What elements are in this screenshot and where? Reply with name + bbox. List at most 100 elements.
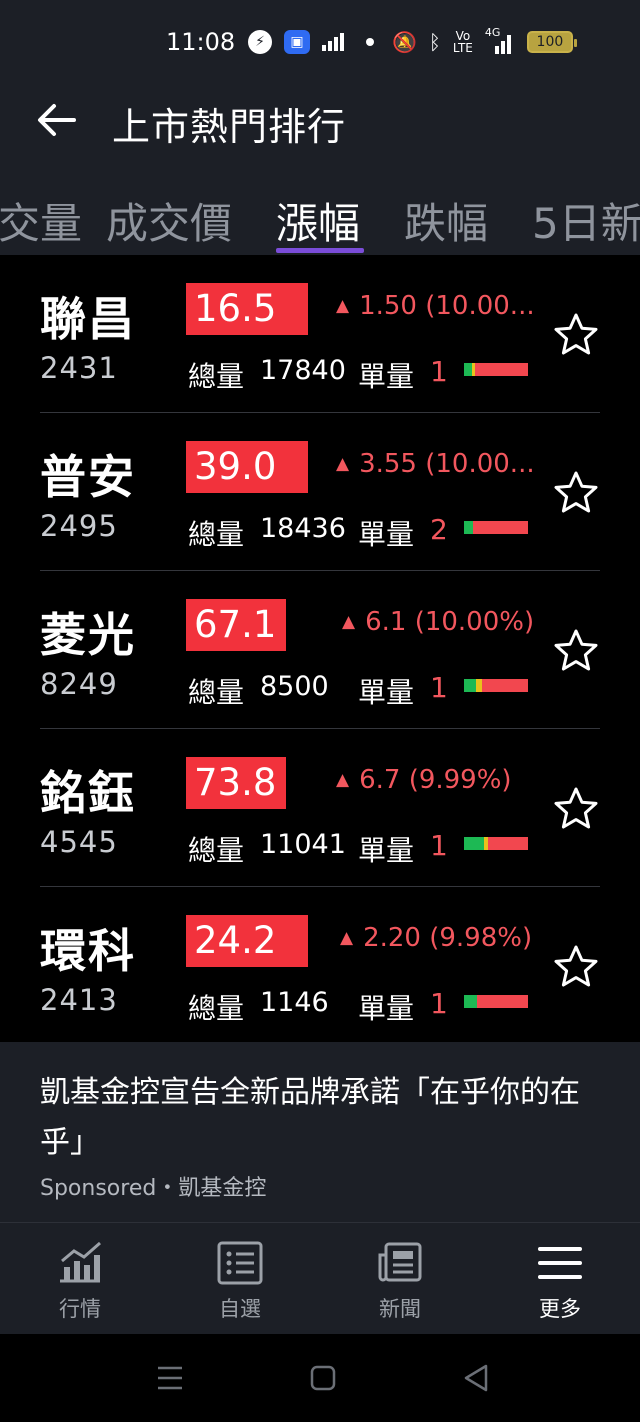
ad-sponsor: Sponsored・凱基金控 xyxy=(40,1176,267,1201)
stock-change: ▲ 1.50 (10.00... xyxy=(336,291,535,321)
page-title: 上市熱門排行 xyxy=(112,105,347,149)
volume-label: 總量 xyxy=(188,834,245,867)
tab-price[interactable]: 成交價 xyxy=(106,190,232,251)
news-icon xyxy=(378,1242,422,1282)
volume-value: 17840 xyxy=(260,355,346,386)
volume-value: 11041 xyxy=(260,829,346,860)
unit-label: 單量 xyxy=(358,834,415,867)
stock-name: 聯昌 xyxy=(40,292,136,346)
nav-watchlist-label: 自選 xyxy=(219,1297,261,1321)
volte-icon: Vo LTE xyxy=(452,29,473,55)
network-type: 4G xyxy=(484,26,501,39)
status-time: 11:08 xyxy=(166,28,236,56)
star-icon[interactable] xyxy=(552,943,600,991)
status-bar: 11:08 ⚡ ▣ 🔕 ᛒ Vo LTE 4G 100 xyxy=(0,0,640,86)
volume-label: 總量 xyxy=(188,676,245,709)
dot-icon xyxy=(366,38,374,46)
unit-value: 1 xyxy=(430,671,448,704)
stock-row[interactable]: 普安 2495 39.0 ▲ 3.55 (10.00... 總量 18436 單量… xyxy=(0,413,640,571)
nav-news-label: 新聞 xyxy=(379,1297,421,1321)
messenger-icon: ⚡ xyxy=(248,30,272,54)
stock-price: 67.1 xyxy=(186,599,286,651)
stock-change-value: 6.7 (9.99%) xyxy=(359,765,512,795)
nav-news[interactable]: 新聞 xyxy=(340,1223,460,1335)
bar-yellow-segment xyxy=(476,679,482,692)
up-triangle-icon: ▲ xyxy=(340,928,354,948)
menu-icon xyxy=(538,1247,582,1279)
recents-icon[interactable] xyxy=(150,1362,190,1394)
bar-yellow-segment xyxy=(472,363,475,376)
up-triangle-icon: ▲ xyxy=(336,770,350,790)
stock-name: 普安 xyxy=(40,450,136,504)
star-icon[interactable] xyxy=(552,469,600,517)
sponsored-ad[interactable]: 凱基金控宣告全新品牌承諾「在乎你的在乎」 Sponsored・凱基金控 xyxy=(0,1042,640,1222)
bluetooth-icon: ᛒ xyxy=(428,30,441,54)
stock-code: 4545 xyxy=(40,825,118,859)
nav-more[interactable]: 更多 xyxy=(500,1223,620,1335)
signal-icon: 4G xyxy=(484,26,515,56)
home-icon[interactable] xyxy=(303,1362,343,1394)
unit-label: 單量 xyxy=(358,360,415,393)
stock-change-value: 1.50 (10.00... xyxy=(359,291,535,321)
nav-more-label: 更多 xyxy=(539,1297,581,1321)
buy-sell-bar xyxy=(464,521,528,534)
tab-5day-high[interactable]: 5日新高 xyxy=(532,190,640,251)
app-icon: ▣ xyxy=(284,30,310,54)
nav-watchlist[interactable]: 自選 xyxy=(180,1223,300,1335)
stock-change-value: 3.55 (10.00... xyxy=(359,449,535,479)
tab-volume[interactable]: 成交量 xyxy=(0,190,82,251)
stock-code: 2495 xyxy=(40,509,118,543)
bar-green-segment xyxy=(464,837,484,850)
ad-title[interactable]: 凱基金控宣告全新品牌承諾「在乎你的在乎」 xyxy=(40,1068,610,1168)
unit-label: 單量 xyxy=(358,518,415,551)
stock-row[interactable]: 聯昌 2431 16.5 ▲ 1.50 (10.00... 總量 17840 單量… xyxy=(0,255,640,413)
unit-value: 1 xyxy=(430,355,448,388)
bar-green-segment xyxy=(464,995,477,1008)
unit-value: 1 xyxy=(430,829,448,862)
star-icon[interactable] xyxy=(552,311,600,359)
up-triangle-icon: ▲ xyxy=(342,612,356,632)
tab-losers[interactable]: 跌幅 xyxy=(404,190,488,251)
stock-row[interactable]: 銘鈺 4545 73.8 ▲ 6.7 (9.99%) 總量 11041 單量 1 xyxy=(0,729,640,887)
stock-change: ▲ 3.55 (10.00... xyxy=(336,449,535,479)
nav-market-label: 行情 xyxy=(59,1297,101,1321)
volume-label: 總量 xyxy=(188,992,245,1025)
stock-name: 銘鈺 xyxy=(40,766,136,820)
bar-green-segment xyxy=(464,363,472,376)
stock-price: 39.0 xyxy=(186,441,308,493)
volume-label: 總量 xyxy=(188,518,245,551)
up-triangle-icon: ▲ xyxy=(336,296,350,316)
nav-market[interactable]: 行情 xyxy=(20,1223,140,1335)
data-usage-icon xyxy=(322,31,348,53)
stock-code: 2431 xyxy=(40,351,118,385)
buy-sell-bar xyxy=(464,837,528,850)
unit-value: 1 xyxy=(430,987,448,1020)
mute-icon: 🔕 xyxy=(392,30,417,54)
stock-code: 8249 xyxy=(40,667,118,701)
unit-label: 單量 xyxy=(358,676,415,709)
back-arrow-icon[interactable] xyxy=(34,100,78,140)
status-icons: ⚡ ▣ 🔕 ᛒ Vo LTE 4G 100 xyxy=(248,26,577,56)
tab-active-indicator xyxy=(276,248,364,253)
volume-value: 8500 xyxy=(260,671,329,702)
buy-sell-bar xyxy=(464,995,528,1008)
back-icon[interactable] xyxy=(456,1362,496,1394)
list-icon xyxy=(217,1241,263,1285)
stock-list: 聯昌 2431 16.5 ▲ 1.50 (10.00... 總量 17840 單量… xyxy=(0,255,640,1042)
tab-gainers[interactable]: 漲幅 xyxy=(276,190,360,251)
bottom-nav: 行情 自選 新聞 更多 xyxy=(0,1222,640,1334)
app-header: 11:08 ⚡ ▣ 🔕 ᛒ Vo LTE 4G 100 上市熱門排行 成交量 成… xyxy=(0,0,640,255)
battery-level: 100 xyxy=(536,34,564,50)
bar-yellow-segment xyxy=(484,837,488,850)
stock-row[interactable]: 菱光 8249 67.1 ▲ 6.1 (10.00%) 總量 8500 單量 1 xyxy=(0,571,640,729)
star-icon[interactable] xyxy=(552,627,600,675)
buy-sell-bar xyxy=(464,363,528,376)
volume-value: 18436 xyxy=(260,513,346,544)
system-nav-bar xyxy=(0,1334,640,1422)
stock-change-value: 6.1 (10.00%) xyxy=(365,607,535,637)
star-icon[interactable] xyxy=(552,785,600,833)
battery-icon: 100 xyxy=(526,31,577,53)
stock-row[interactable]: 環科 2413 24.2 ▲ 2.20 (9.98%) 總量 1146 單量 1 xyxy=(0,887,640,1045)
unit-value: 2 xyxy=(430,513,448,546)
unit-label: 單量 xyxy=(358,992,415,1025)
